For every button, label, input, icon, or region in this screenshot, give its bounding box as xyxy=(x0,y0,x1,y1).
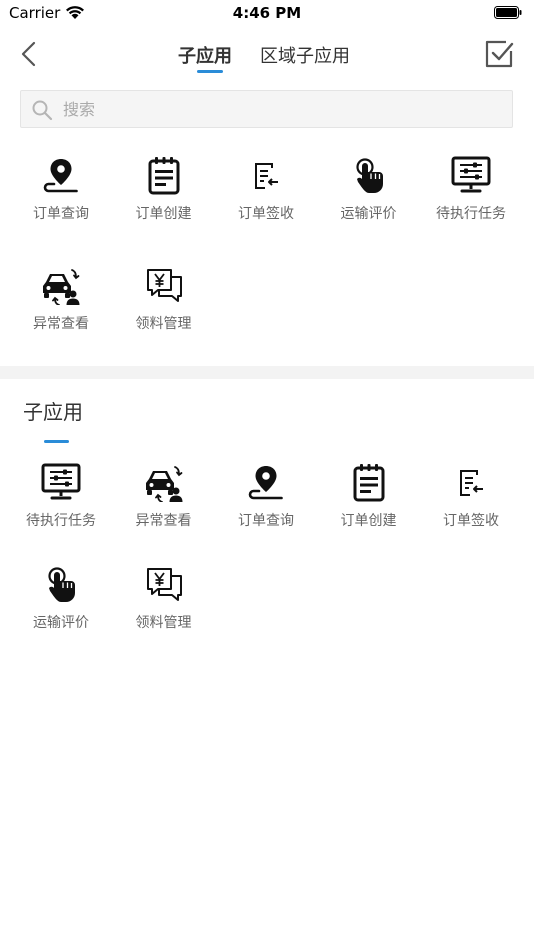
app-tile[interactable]: 订单签收 xyxy=(215,155,317,245)
sign-document-icon xyxy=(255,163,279,189)
location-pin-icon xyxy=(43,157,78,193)
notepad-icon xyxy=(148,155,179,195)
app-tile[interactable]: 待执行任务 xyxy=(10,462,112,552)
location-pin-icon xyxy=(248,464,283,500)
app-tile[interactable]: 订单查询 xyxy=(215,462,317,552)
app-tile-label: 异常查看 xyxy=(135,513,192,529)
app-tile-label: 订单签收 xyxy=(238,206,294,222)
app-tile[interactable]: 订单查询 xyxy=(10,155,112,245)
tab-regional-sub-apps[interactable]: 区域子应用 xyxy=(260,42,350,68)
clock: 4:46 PM xyxy=(232,4,302,22)
checkbox-edit-icon[interactable] xyxy=(484,39,514,69)
notepad-icon xyxy=(353,462,384,502)
monitor-settings-icon xyxy=(451,156,491,193)
tab-active-indicator xyxy=(197,70,223,73)
yen-chat-icon xyxy=(146,568,182,601)
app-tile[interactable]: 待执行任务 xyxy=(420,155,522,245)
hand-pointer-icon xyxy=(47,567,77,604)
app-tile-label: 待执行任务 xyxy=(436,206,506,222)
tab-sub-apps[interactable]: 子应用 xyxy=(178,42,232,68)
app-tile-label: 待执行任务 xyxy=(26,513,96,529)
section-divider xyxy=(0,366,534,379)
back-arrow-icon[interactable] xyxy=(14,38,46,70)
app-tile[interactable]: 订单创建 xyxy=(318,462,420,552)
car-person-icon xyxy=(42,269,81,305)
sign-document-icon xyxy=(460,470,484,496)
section-title: 子应用 xyxy=(23,400,83,424)
app-tile-label: 运输评价 xyxy=(33,615,89,631)
app-tile-label: 订单创建 xyxy=(340,513,397,529)
app-tile[interactable]: 领料管理 xyxy=(113,564,215,654)
app-tile-label: 异常查看 xyxy=(33,316,89,332)
yen-chat-icon xyxy=(146,269,182,302)
app-tile-label: 运输评价 xyxy=(340,206,397,222)
search-icon xyxy=(32,100,53,121)
app-tile-label: 订单签收 xyxy=(443,513,499,529)
app-tile[interactable]: 运输评价 xyxy=(10,564,112,654)
search-input[interactable] xyxy=(63,91,493,127)
section-title-underline xyxy=(44,440,69,443)
app-tile-label: 领料管理 xyxy=(135,615,192,631)
car-person-icon xyxy=(144,466,183,502)
app-tile-label: 订单查询 xyxy=(238,513,294,529)
app-tile-label: 领料管理 xyxy=(135,316,192,332)
battery-icon xyxy=(494,6,522,19)
app-tile[interactable]: 运输评价 xyxy=(318,155,420,245)
nav-bar: 子应用 区域子应用 xyxy=(0,30,534,86)
app-tile[interactable]: 异常查看 xyxy=(10,265,112,355)
hand-pointer-icon xyxy=(355,158,384,195)
monitor-settings-icon xyxy=(41,463,81,500)
app-tile-label: 订单创建 xyxy=(135,206,192,222)
app-tile[interactable]: 订单签收 xyxy=(420,462,522,552)
app-tile[interactable]: 领料管理 xyxy=(113,265,215,355)
app-tile[interactable]: 订单创建 xyxy=(113,155,215,245)
app-tile-label: 订单查询 xyxy=(33,206,89,222)
search-bar[interactable] xyxy=(20,90,513,128)
app-tile[interactable]: 异常查看 xyxy=(113,462,215,552)
status-bar: Carrier 4:46 PM xyxy=(0,0,534,28)
